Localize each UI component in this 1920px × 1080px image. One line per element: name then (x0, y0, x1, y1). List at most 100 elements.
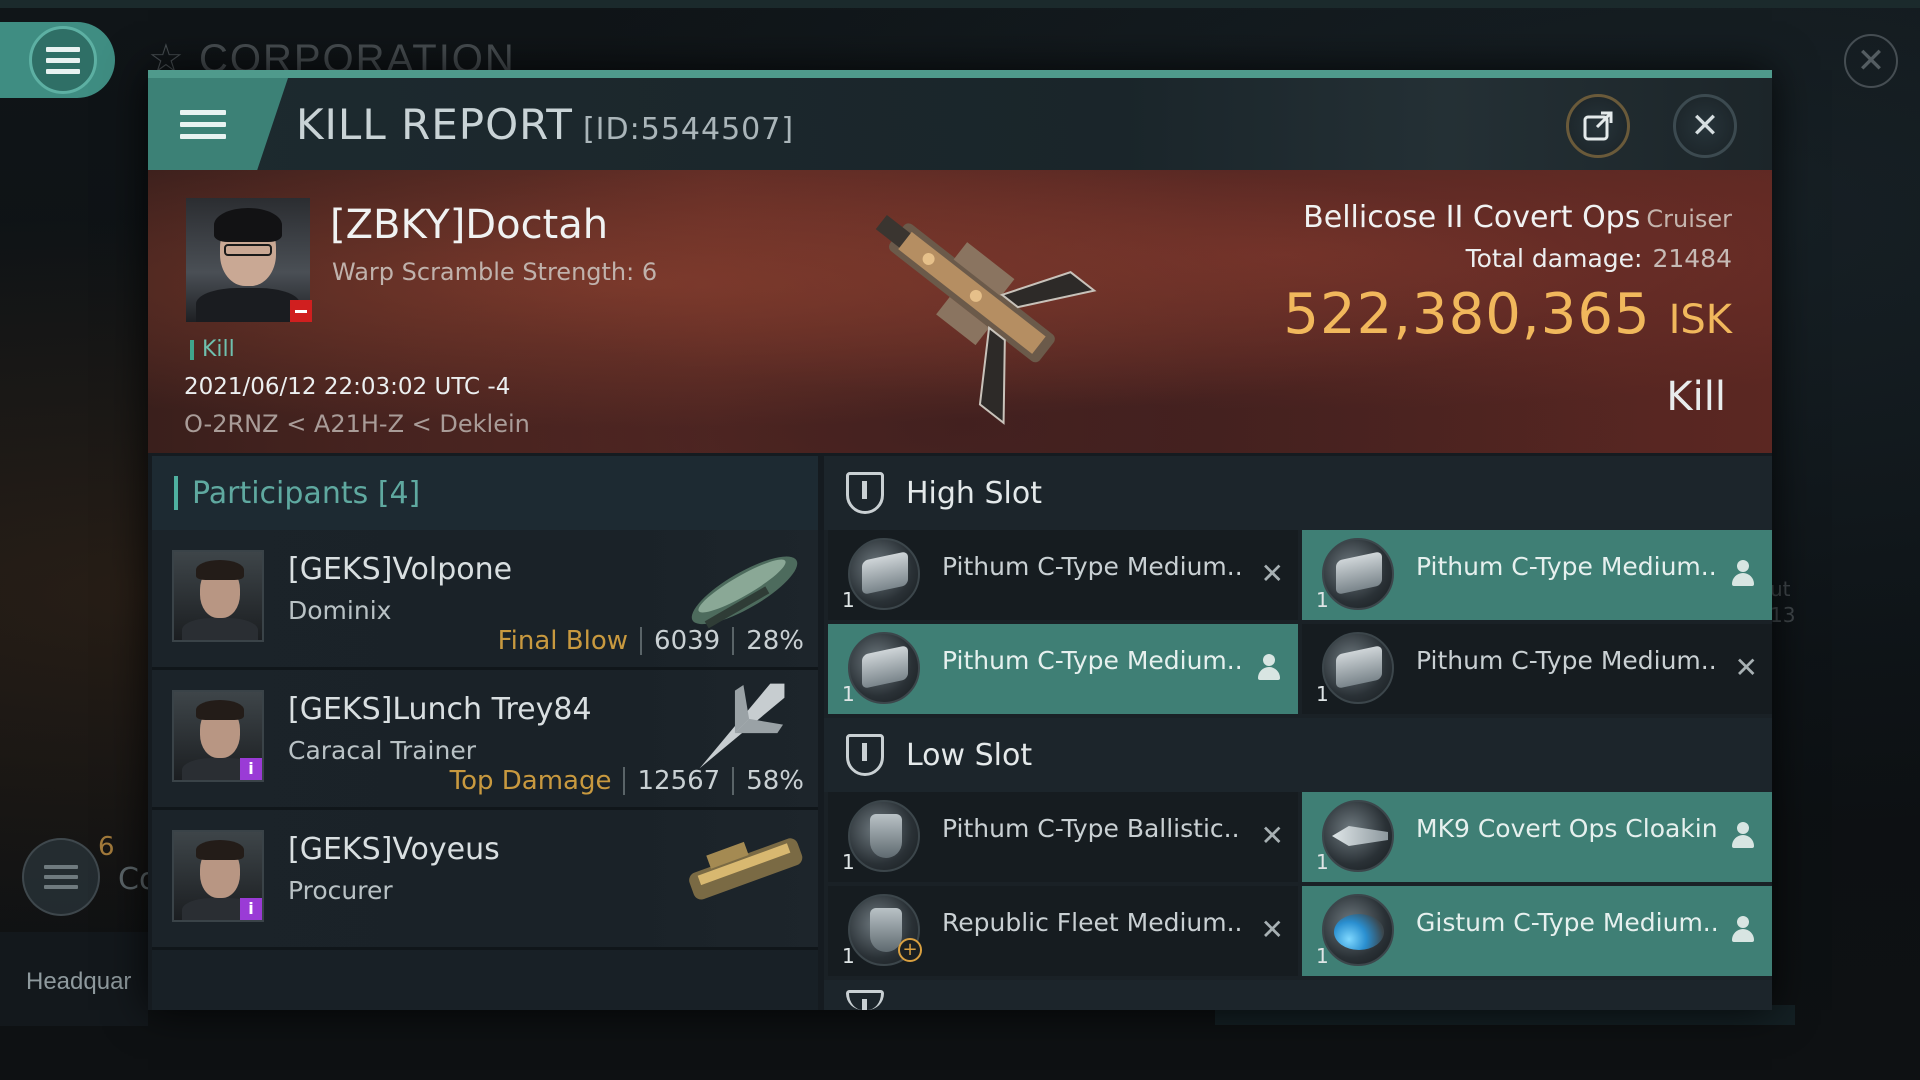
participant-stats: Final Blow 6039 28% (498, 626, 804, 656)
module-quantity: 1 (842, 850, 855, 874)
module-icon (848, 538, 920, 610)
info-icon: i (240, 898, 262, 920)
total-damage: Total damage: 21484 (1466, 244, 1732, 273)
negative-standing-icon (290, 300, 312, 322)
module-item[interactable]: 1 Pithum C-Type Medium... ✕ (1302, 624, 1772, 714)
isk-value-line: 522,380,365 ISK (1283, 282, 1732, 347)
high-slot-label: High Slot (906, 475, 1042, 511)
victim-banner: [ZBKY]Doctah Warp Scramble Strength: 6 K… (148, 170, 1772, 453)
participant-name[interactable]: [GEKS]Volpone (288, 552, 512, 587)
participant-ship-image[interactable] (672, 536, 812, 636)
info-icon: i (240, 758, 262, 780)
module-name: Pithum C-Type Medium... (942, 646, 1242, 675)
participants-header-bar (174, 476, 178, 510)
background-close-icon[interactable]: ✕ (1844, 34, 1898, 88)
menu-icon (44, 865, 78, 889)
participant-ship: Dominix (288, 596, 392, 625)
dropped-person-icon (1732, 822, 1754, 850)
module-quantity: 1 (1316, 850, 1329, 874)
participant-ship-image[interactable] (672, 676, 812, 776)
close-button[interactable]: ✕ (1673, 94, 1737, 158)
participant-damage-percent: 28% (746, 626, 804, 656)
high-slot-icon (846, 472, 884, 514)
module-name: Republic Fleet Medium... (942, 908, 1242, 937)
participant-avatar[interactable]: i (172, 690, 264, 782)
destroyed-x-icon: ✕ (1734, 651, 1758, 684)
low-slot-grid: 1 Pithum C-Type Ballistic... ✕ 1 MK9 Covert … (824, 792, 1772, 980)
menu-icon (180, 109, 226, 139)
fitting-panel: High Slot 1 Pithum C-Type Medium... ✕ 1 Pith… (824, 456, 1772, 1010)
background-right-text: ut 13 (1770, 577, 1796, 627)
kill-report-modal: KILL REPORT [ID:5544507] ✕ [ZBKY]Doctah W… (148, 70, 1772, 1010)
kill-timestamp: 2021/06/12 22:03:02 UTC -4 (184, 374, 511, 400)
kill-id: [ID:5544507] (582, 112, 795, 147)
module-icon (1322, 538, 1394, 610)
participant-ship: Procurer (288, 876, 393, 905)
dropped-person-icon (1732, 916, 1754, 944)
participant-row[interactable]: [GEKS]Volpone Dominix Final Blow 6039 28… (152, 530, 818, 670)
modal-accent-line (148, 70, 1772, 78)
destroyed-x-icon: ✕ (1260, 913, 1284, 946)
low-slot-header: Low Slot (824, 718, 1772, 792)
high-slot-header: High Slot (824, 456, 1772, 530)
module-icon (1322, 894, 1394, 966)
module-item[interactable]: 1 Pithum C-Type Medium... (1302, 530, 1772, 620)
kill-type-tag: Kill (190, 339, 235, 361)
participant-row[interactable]: i [GEKS]Voyeus Procurer (152, 810, 818, 950)
module-name: Pithum C-Type Ballistic... (942, 814, 1242, 843)
module-icon (848, 632, 920, 704)
module-quantity: 1 (842, 682, 855, 706)
dropped-person-icon (1732, 560, 1754, 588)
module-item[interactable]: 1 Gistum C-Type Medium... (1302, 886, 1772, 976)
module-icon (1322, 632, 1394, 704)
participant-ship-image[interactable] (672, 816, 812, 916)
kill-result-label: Kill (1666, 374, 1726, 420)
participant-name[interactable]: [GEKS]Lunch Trey84 (288, 692, 592, 727)
modal-header: KILL REPORT [ID:5544507] ✕ (148, 78, 1772, 170)
victim-ship-name[interactable]: Bellicose II Covert Ops (1303, 200, 1640, 235)
menu-icon (46, 46, 80, 74)
module-name: Pithum C-Type Medium... (1416, 646, 1716, 675)
module-item[interactable]: 1 Pithum C-Type Ballistic... ✕ (828, 792, 1298, 882)
participant-avatar[interactable]: i (172, 830, 264, 922)
victim-ship-line: Bellicose II Covert Ops Cruiser (1303, 200, 1732, 235)
module-item[interactable]: 1 MK9 Covert Ops Cloaking... (1302, 792, 1772, 882)
share-button[interactable] (1566, 94, 1630, 158)
participant-damage: 12567 (637, 766, 721, 796)
module-icon (848, 800, 920, 872)
participant-avatar[interactable] (172, 550, 264, 642)
background-headquarters-label[interactable]: Headquar (0, 932, 148, 1026)
page-title: KILL REPORT [ID:5544507] (296, 100, 794, 149)
kill-report-menu-button[interactable] (148, 78, 288, 170)
victim-ship-image[interactable] (810, 170, 1110, 440)
module-item[interactable]: 1 Pithum C-Type Medium... ✕ (828, 530, 1298, 620)
participant-stats: Top Damage 12567 58% (450, 766, 804, 796)
page-title-text: KILL REPORT (296, 100, 573, 149)
module-quantity: 1 (1316, 588, 1329, 612)
module-quantity: 1 (842, 944, 855, 968)
module-item[interactable]: +1 Republic Fleet Medium... ✕ (828, 886, 1298, 976)
main-menu-button[interactable] (0, 22, 115, 98)
participants-header-label: Participants [4] (192, 475, 421, 511)
isk-unit: ISK (1668, 297, 1732, 343)
module-quantity: 1 (1316, 682, 1329, 706)
module-name: MK9 Covert Ops Cloaking... (1416, 814, 1716, 843)
participants-panel: Participants [4] [GEKS]Volpone Dominix F… (152, 456, 818, 1010)
destroyed-x-icon: ✕ (1260, 557, 1284, 590)
plus-icon: + (898, 938, 922, 962)
module-quantity: 1 (1316, 944, 1329, 968)
participant-row[interactable]: i [GEKS]Lunch Trey84 Caracal Trainer Top… (152, 670, 818, 810)
background-menu-button[interactable] (22, 838, 100, 916)
victim-name[interactable]: [ZBKY]Doctah (330, 202, 608, 248)
module-item[interactable]: 1 Pithum C-Type Medium... (828, 624, 1298, 714)
kill-location[interactable]: O-2RNZ < A21H-Z < Deklein (184, 410, 530, 438)
module-name: Gistum C-Type Medium... (1416, 908, 1716, 937)
participants-header: Participants [4] (152, 456, 818, 530)
top-bar (0, 0, 1920, 8)
participant-name[interactable]: [GEKS]Voyeus (288, 832, 500, 867)
isk-value: 522,380,365 (1283, 282, 1651, 347)
dropped-person-icon (1258, 654, 1280, 682)
top-damage-tag: Top Damage (449, 766, 612, 796)
module-name: Pithum C-Type Medium... (942, 552, 1242, 581)
high-slot-grid: 1 Pithum C-Type Medium... ✕ 1 Pithum C-Type … (824, 530, 1772, 718)
